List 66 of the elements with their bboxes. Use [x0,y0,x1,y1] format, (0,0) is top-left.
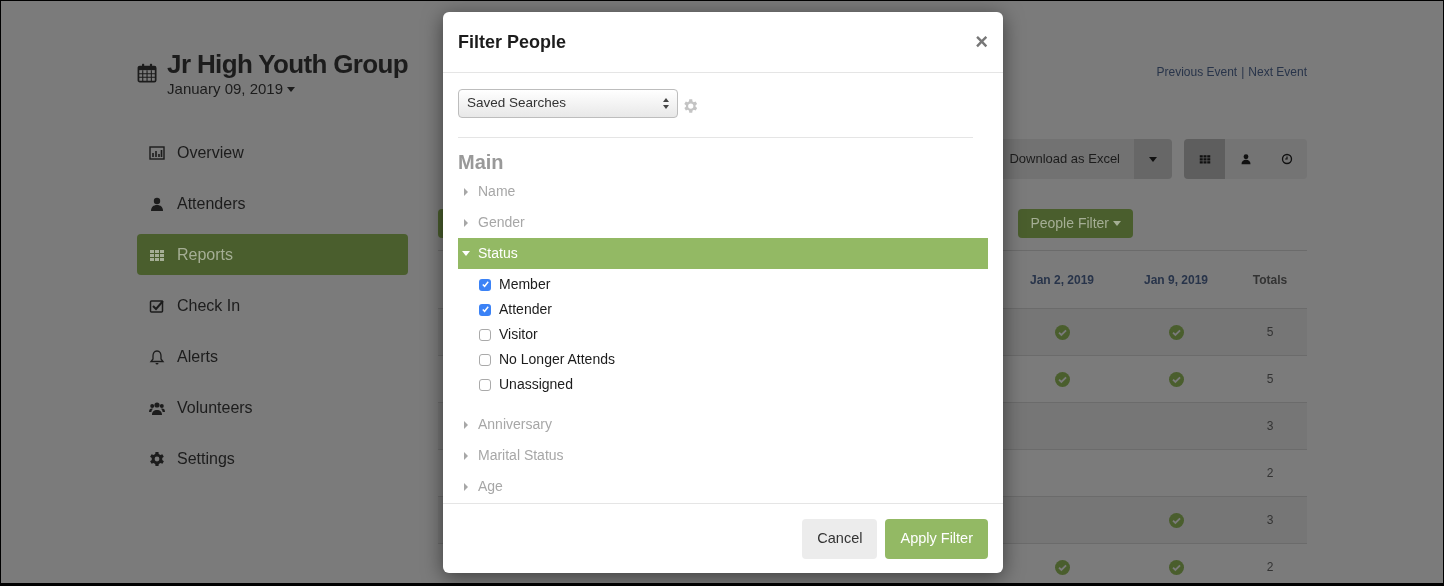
next-event-link[interactable]: Next Event [1248,63,1307,81]
checkbox-label: Attender [499,300,552,319]
filter-group-header[interactable]: Status [458,238,988,269]
checkbox[interactable] [479,278,491,291]
clock-icon [1280,153,1293,165]
settings-icon [149,450,165,467]
caret-icon [1149,156,1157,162]
view-toggle-button[interactable] [1266,139,1307,179]
select-arrows-icon [663,98,669,109]
nav-item[interactable]: Attenders [137,183,408,224]
bell-icon [149,348,165,365]
people-filter-button[interactable]: People Filter [1018,209,1133,238]
dialog-title: Filter People [458,30,567,54]
nav-item[interactable]: Volunteers [137,387,408,428]
close-button[interactable]: × [975,31,988,53]
total-cell-text: 2 [1265,465,1275,482]
column-header: Totals [1251,271,1289,289]
total-cell-text: 3 [1265,418,1275,435]
checkbox[interactable] [479,378,491,391]
caret-right-icon [464,218,468,227]
nav-item[interactable]: Check In [137,285,408,326]
caret-down-icon [462,251,470,256]
column-header: Jan 9, 2019 [1142,271,1210,289]
total-cell-text: 3 [1265,512,1275,529]
event-date-dropdown[interactable]: January 09, 2019 [167,79,295,99]
total-cell-text: 2 [1265,559,1275,576]
people-icon [149,399,165,416]
nav-item[interactable]: Alerts [137,336,408,377]
checkbox[interactable] [479,303,491,316]
event-title: Jr High Youth Group [167,48,408,81]
person-icon [1239,153,1252,165]
caret-icon [1113,221,1121,226]
column-header: Jan 2, 2019 [1028,271,1096,289]
saved-searches-select[interactable]: Saved Searches [458,89,678,118]
total-cell-text: 5 [1265,371,1275,388]
checkbox-icon [149,297,165,314]
checkbox-label: Visitor [499,325,538,344]
filter-group-header[interactable]: Age [458,471,988,502]
apply-filter-button[interactable]: Apply Filter [885,518,988,559]
view-toggle-button[interactable] [1184,139,1225,179]
caret-right-icon [464,420,468,429]
checkbox-label: No Longer Attends [499,350,615,369]
nav-item[interactable]: Settings [137,438,408,479]
cancel-button[interactable]: Cancel [802,518,878,559]
checkbox[interactable] [479,353,491,366]
nav-item[interactable]: Overview [137,132,408,173]
filter-group-header[interactable]: Name [458,176,988,207]
caret-icon [287,86,295,92]
caret-right-icon [464,482,468,491]
person-icon [149,195,165,212]
grid-icon [1198,153,1211,165]
view-toggle-button[interactable] [1225,139,1266,179]
filter-group-header[interactable]: Anniversary [458,409,988,440]
section-heading: Main [458,150,505,174]
checkbox-label: Member [499,275,551,294]
checkbox-label: Unassigned [499,375,573,394]
nav-item[interactable]: Reports [137,234,408,275]
previous-event-link[interactable]: Previous Event [1156,63,1238,81]
caret-right-icon [464,187,468,196]
filter-group-header[interactable]: Marital Status [458,440,988,471]
checkbox[interactable] [479,328,491,341]
filter-group-header[interactable]: Gender [458,207,988,238]
caret-right-icon [464,451,468,460]
link-separator: | [1241,64,1245,81]
total-cell-text: 5 [1265,324,1275,341]
chart-icon [149,144,165,161]
